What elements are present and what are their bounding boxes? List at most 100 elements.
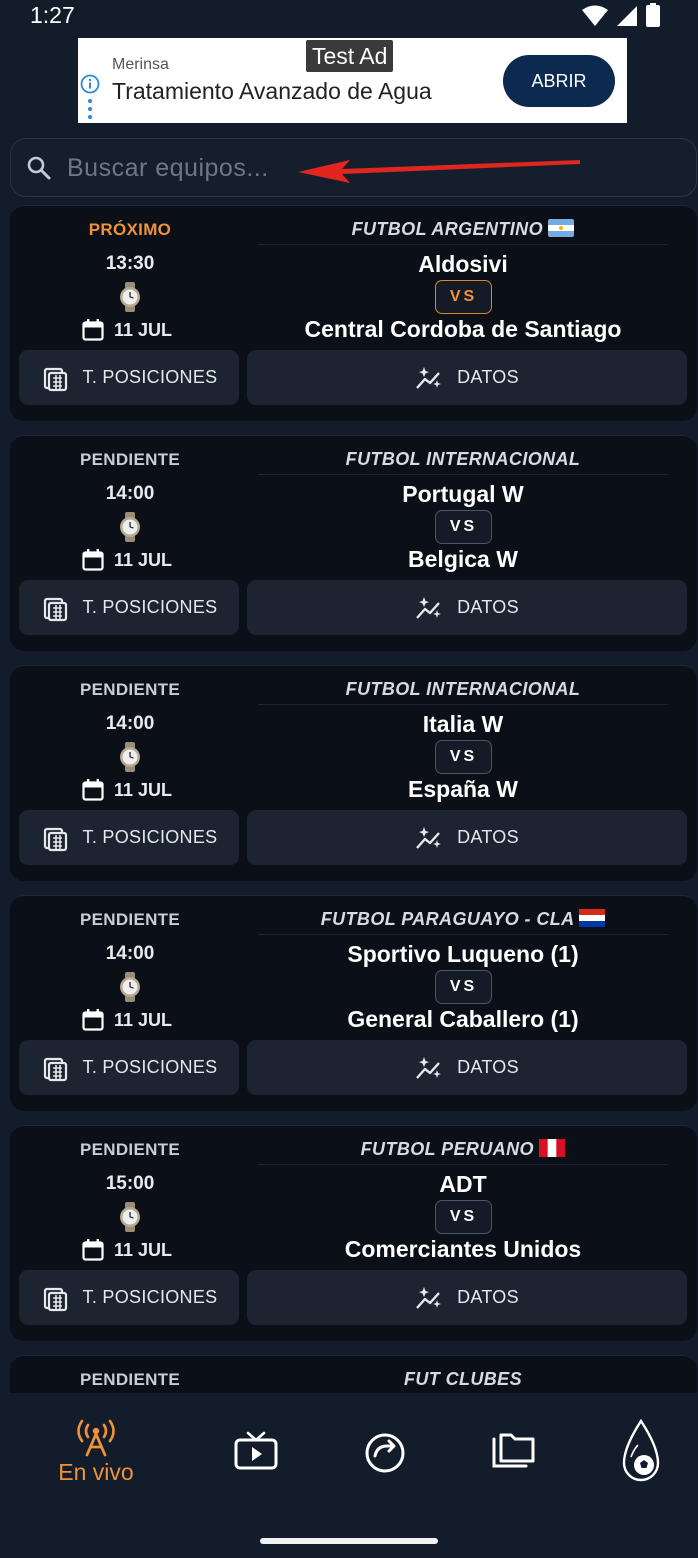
match-date: 11 JUL [82, 778, 172, 802]
calendar-icon [82, 779, 104, 801]
table-icon [43, 1287, 67, 1311]
ad-title: Tratamiento Avanzado de Agua [112, 78, 432, 104]
divider [258, 244, 668, 245]
table-icon [43, 1057, 67, 1081]
flag-peru-icon [539, 1139, 566, 1157]
folders-icon [492, 1433, 535, 1468]
standings-label: T. POSICIONES [82, 1057, 218, 1077]
match-time: 13:30 [105, 253, 155, 274]
match-date: 11 JUL [82, 318, 172, 342]
watch-icon [120, 512, 140, 542]
data-button[interactable]: DATOS [247, 1040, 687, 1095]
table-icon [43, 597, 67, 621]
watch-icon [120, 972, 140, 1002]
data-button[interactable]: DATOS [247, 1270, 687, 1325]
match-card[interactable]: PRÓXIMO 13:30 11 JUL FUTBOL ARGENTINO Al… [10, 205, 697, 421]
away-team: España W [408, 776, 518, 802]
data-label: DATOS [457, 367, 519, 387]
standings-label: T. POSICIONES [82, 597, 218, 617]
ad-brand: Merinsa [112, 56, 169, 73]
calendar-icon [82, 1009, 104, 1031]
match-time: 14:00 [105, 713, 155, 734]
vs-badge: VS [435, 280, 492, 314]
match-time: 14:00 [105, 483, 155, 504]
match-list[interactable]: PRÓXIMO 13:30 11 JUL FUTBOL ARGENTINO Al… [0, 205, 698, 1393]
standings-button[interactable]: T. POSICIONES [19, 350, 239, 405]
standings-button[interactable]: T. POSICIONES [19, 810, 239, 865]
league-label: FUTBOL ARGENTINO [351, 219, 543, 239]
divider [258, 1164, 668, 1165]
nav-history[interactable] [325, 1431, 445, 1475]
ad-banner[interactable]: Test Ad Merinsa Tratamiento Avanzado de … [78, 38, 627, 123]
live-broadcast-icon [77, 1419, 115, 1457]
divider [258, 704, 668, 705]
more-vertical-icon[interactable] [88, 98, 92, 120]
stats-sparkle-icon [416, 366, 442, 389]
standings-label: T. POSICIONES [82, 367, 218, 387]
standings-label: T. POSICIONES [82, 827, 218, 847]
away-team: Comerciantes Unidos [344, 1236, 582, 1262]
data-label: DATOS [457, 1287, 519, 1307]
vs-badge: VS [435, 510, 492, 544]
calendar-icon [82, 549, 104, 571]
match-status: PENDIENTE [80, 910, 180, 929]
tv-play-icon [234, 1431, 278, 1470]
away-team: Belgica W [408, 546, 518, 572]
match-time: 14:00 [105, 943, 155, 964]
test-ad-badge: Test Ad [306, 40, 394, 72]
stats-sparkle-icon [416, 826, 442, 849]
match-status: PENDIENTE [80, 1140, 180, 1159]
standings-button[interactable]: T. POSICIONES [19, 580, 239, 635]
league-name: FUTBOL PARAGUAYO - CLA [258, 909, 668, 930]
nav-live[interactable]: En vivo [36, 1417, 156, 1486]
league-name: FUTBOL INTERNACIONAL [345, 449, 581, 469]
nav-tv[interactable] [196, 1431, 316, 1471]
ad-open-button[interactable]: ABRIR [503, 55, 615, 107]
match-date-text: 11 JUL [114, 319, 173, 340]
search-icon [27, 156, 51, 180]
standings-button[interactable]: T. POSICIONES [19, 1270, 239, 1325]
divider [258, 474, 668, 475]
standings-label: T. POSICIONES [82, 1287, 218, 1307]
divider [258, 934, 668, 935]
match-card[interactable]: PENDIENTE 14:00 11 JUL FUTBOL INTERNACIO… [10, 665, 697, 881]
match-date-text: 11 JUL [114, 549, 173, 570]
table-icon [43, 827, 67, 851]
home-indicator[interactable] [260, 1538, 438, 1544]
home-team: Sportivo Luqueno (1) [347, 941, 579, 967]
data-button[interactable]: DATOS [247, 810, 687, 865]
match-status: PENDIENTE [80, 450, 180, 469]
nav-folders[interactable] [454, 1431, 574, 1471]
match-status: PRÓXIMO [88, 220, 172, 239]
watch-icon [120, 742, 140, 772]
league-name: FUT CLUBES [404, 1369, 522, 1389]
stats-sparkle-icon [416, 1056, 442, 1079]
status-time: 1:27 [30, 2, 75, 28]
match-card[interactable]: PENDIENTE 15:00 11 JUL FUTBOL PERUANO AD… [10, 1125, 697, 1341]
data-button[interactable]: DATOS [247, 580, 687, 635]
battery-icon [646, 3, 660, 27]
data-label: DATOS [457, 597, 519, 617]
match-card[interactable]: PENDIENTE FUT CLUBES [10, 1355, 697, 1393]
league-name: FUTBOL ARGENTINO [258, 219, 668, 240]
home-team: ADT [439, 1171, 487, 1197]
nav-app[interactable] [581, 1417, 698, 1487]
vs-badge: VS [435, 1200, 492, 1234]
info-icon[interactable] [80, 74, 100, 94]
match-card[interactable]: PENDIENTE 14:00 11 JUL FUTBOL INTERNACIO… [10, 435, 697, 651]
data-label: DATOS [457, 1057, 519, 1077]
match-date: 11 JUL [82, 1008, 172, 1032]
watch-icon [120, 1202, 140, 1232]
standings-button[interactable]: T. POSICIONES [19, 1040, 239, 1095]
away-team: General Caballero (1) [347, 1006, 579, 1032]
ball-drop-icon [622, 1418, 660, 1482]
vs-badge: VS [435, 740, 492, 774]
stats-sparkle-icon [416, 1286, 442, 1309]
away-team: Central Cordoba de Santiago [304, 316, 622, 342]
data-button[interactable]: DATOS [247, 350, 687, 405]
match-date-text: 11 JUL [114, 779, 173, 800]
vs-badge: VS [435, 970, 492, 1004]
league-name: FUTBOL INTERNACIONAL [345, 679, 581, 699]
match-card[interactable]: PENDIENTE 14:00 11 JUL FUTBOL PARAGUAYO … [10, 895, 697, 1111]
watch-icon [120, 282, 140, 312]
